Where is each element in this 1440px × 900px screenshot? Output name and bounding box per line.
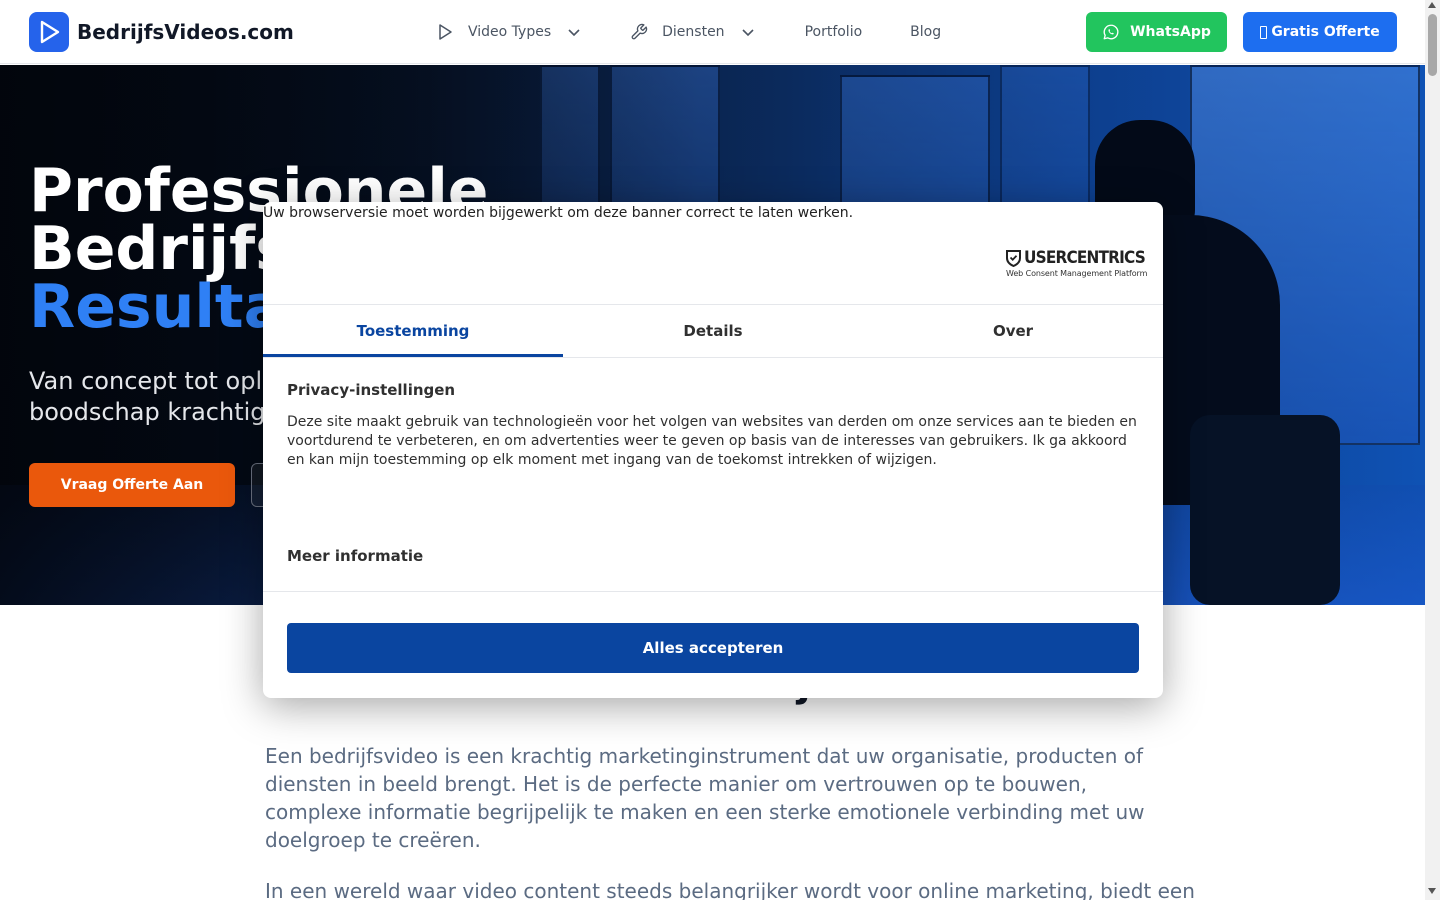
scroll-up-arrow-icon[interactable] xyxy=(1428,2,1436,8)
vraag-offerte-button[interactable]: Vraag Offerte Aan xyxy=(29,463,235,507)
play-outline-icon xyxy=(436,23,454,41)
more-info-link[interactable]: Meer informatie xyxy=(287,547,423,565)
page-scrollbar[interactable] xyxy=(1425,0,1440,900)
site-header: BedrijfsVideos.com Video Types Diensten … xyxy=(0,0,1425,64)
usercentrics-logo-name: USERCENTRICS xyxy=(1024,248,1146,268)
missing-glyph-icon xyxy=(1260,25,1268,39)
whatsapp-button[interactable]: WhatsApp xyxy=(1086,12,1227,52)
divider xyxy=(263,357,1163,358)
accept-all-button[interactable]: Alles accepteren xyxy=(287,623,1139,673)
divider xyxy=(263,591,1163,592)
whatsapp-icon xyxy=(1102,23,1120,41)
site-logo[interactable]: BedrijfsVideos.com xyxy=(29,12,294,52)
usercentrics-logo: USERCENTRICS Web Consent Management Plat… xyxy=(1006,249,1148,281)
chevron-down-icon xyxy=(741,25,755,39)
whatsapp-label: WhatsApp xyxy=(1130,24,1211,40)
tab-details[interactable]: Details xyxy=(563,305,863,357)
nav-video-types[interactable]: Video Types xyxy=(436,23,581,41)
scrollbar-thumb[interactable] xyxy=(1428,14,1437,76)
privacy-settings-text: Deze site maakt gebruik van technologieë… xyxy=(287,414,1137,468)
consent-dialog: Uw browserversie moet worden bijgewerkt … xyxy=(263,202,1163,698)
play-icon xyxy=(29,12,69,52)
nav-diensten-label: Diensten xyxy=(662,24,725,40)
usercentrics-logo-tagline: Web Consent Management Platform xyxy=(1006,269,1148,278)
gratis-offerte-label: Gratis Offerte xyxy=(1271,24,1380,40)
nav-video-types-label: Video Types xyxy=(468,24,552,40)
consent-tabs: Toestemming Details Over xyxy=(263,305,1163,357)
privacy-settings-title: Privacy-instellingen xyxy=(287,381,456,399)
scroll-down-arrow-icon[interactable] xyxy=(1428,888,1436,894)
intro-paragraph: Een bedrijfsvideo is een krachtig market… xyxy=(265,744,1145,852)
wrench-icon xyxy=(630,23,648,41)
tab-toestemming[interactable]: Toestemming xyxy=(263,305,563,357)
gratis-offerte-button[interactable]: Gratis Offerte xyxy=(1243,12,1397,52)
browser-warning-text: Uw browserversie moet worden bijgewerkt … xyxy=(263,205,854,221)
second-paragraph: In een wereld waar video content steeds … xyxy=(265,879,1195,900)
tab-over[interactable]: Over xyxy=(863,305,1163,357)
shield-icon xyxy=(1006,249,1021,267)
nav-blog[interactable]: Blog xyxy=(910,24,941,40)
main-nav: Video Types Diensten Portfolio Blog xyxy=(436,0,941,64)
nav-diensten[interactable]: Diensten xyxy=(630,23,754,41)
chevron-down-icon xyxy=(567,25,581,39)
logo-text: BedrijfsVideos.com xyxy=(77,20,294,44)
nav-portfolio[interactable]: Portfolio xyxy=(805,24,863,40)
